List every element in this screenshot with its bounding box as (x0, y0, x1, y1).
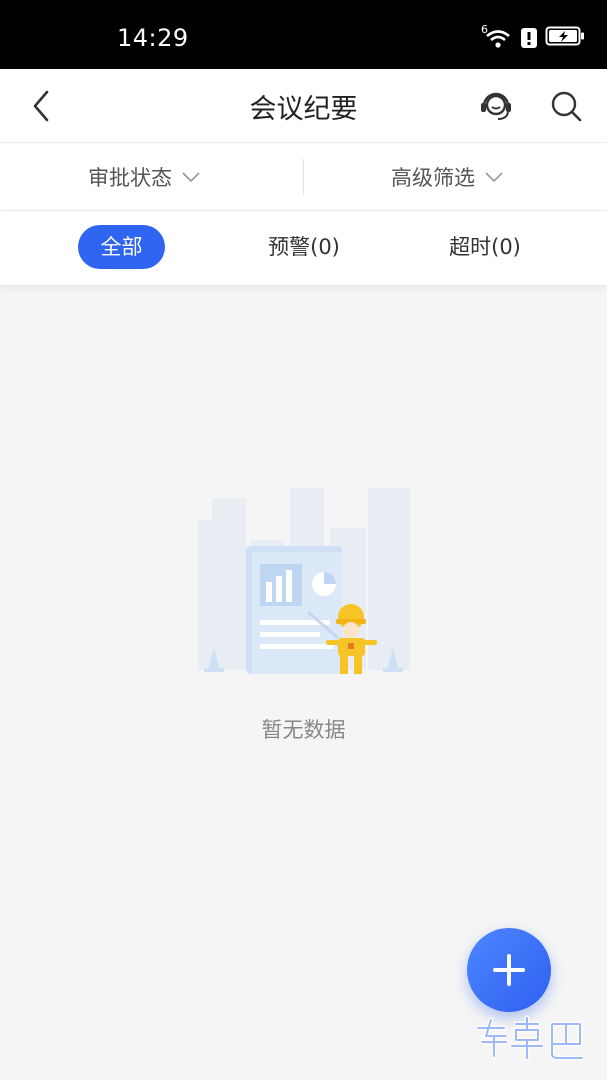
chevron-down-icon (182, 171, 200, 182)
filter-divider (303, 159, 304, 195)
tab-all[interactable]: 全部 (78, 225, 165, 269)
headset-icon (481, 92, 511, 120)
status-icons: 6 (481, 23, 585, 51)
page-title: 会议纪要 (249, 94, 358, 125)
plus-icon (493, 954, 525, 986)
wifi-icon: 6 (481, 23, 513, 49)
add-button[interactable] (467, 928, 551, 1012)
advanced-filter-label: 高级筛选 (391, 165, 475, 190)
alert-icon (521, 28, 537, 48)
advanced-filter[interactable]: 高级筛选 (391, 143, 503, 210)
search-icon (551, 91, 582, 122)
nav-bar: 会议纪要 (0, 69, 607, 143)
network-badge: 6 (481, 23, 488, 36)
status-time: 14:29 (117, 24, 189, 52)
search-button[interactable] (548, 88, 584, 124)
tab-bar: 全部 预警(0) 超时(0) (0, 211, 607, 285)
customer-service-button[interactable] (478, 88, 514, 124)
approval-status-filter[interactable]: 审批状态 (88, 143, 200, 210)
approval-status-label: 审批状态 (88, 165, 172, 190)
tab-timeout[interactable]: 超时(0) (432, 225, 538, 269)
chevron-down-icon (485, 171, 503, 182)
empty-state-message: 暂无数据 (261, 718, 346, 742)
battery-icon (545, 25, 585, 51)
status-bar: 14:29 6 (0, 0, 607, 69)
watermark-logo (475, 1015, 585, 1061)
filter-bar: 审批状态 高级筛选 (0, 143, 607, 211)
empty-state-illustration (198, 488, 410, 674)
tab-warning[interactable]: 预警(0) (252, 225, 356, 269)
